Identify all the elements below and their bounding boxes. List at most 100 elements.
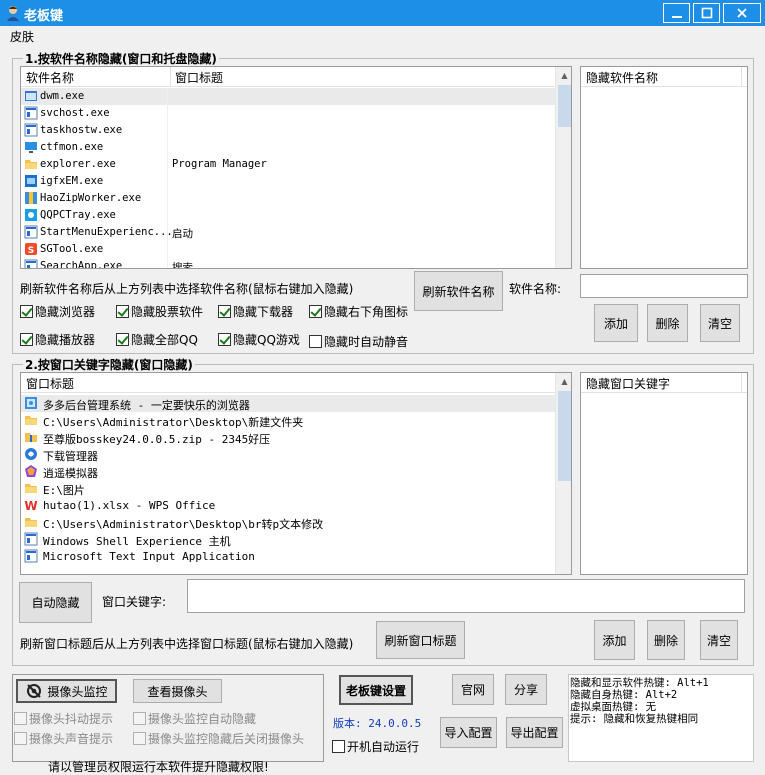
process-row[interactable]: S SGTool.exe [21, 241, 555, 258]
process-row[interactable]: ctfmon.exe [21, 139, 555, 156]
process-row[interactable]: taskhostw.exe [21, 122, 555, 139]
bosskey-settings-button[interactable]: 老板键设置 [339, 675, 413, 705]
checkbox-box[interactable] [309, 304, 322, 318]
window-row[interactable]: 至尊版bosskey24.0.0.5.zip - 2345好压 [21, 429, 555, 446]
checkbox-box[interactable] [309, 334, 322, 348]
process-list-header: 软件名称 窗口标题 [21, 67, 556, 87]
emulator-icon [25, 465, 37, 477]
camera-option-checkbox[interactable]: 摄像头监控自动隐藏 [133, 710, 256, 726]
app-icon [24, 225, 38, 239]
scrollbar-thumb-2[interactable] [558, 391, 571, 481]
option-checkbox[interactable]: 隐藏下载器 [218, 303, 293, 319]
option-checkbox[interactable]: 隐藏播放器 [20, 331, 95, 347]
checkbox-box[interactable] [218, 304, 231, 318]
checkbox-box[interactable] [218, 332, 231, 346]
title-bar[interactable]: 老板键 [0, 0, 765, 26]
window-row[interactable]: 逍遥模拟器 [21, 463, 555, 480]
window-row[interactable]: 下载管理器 [21, 446, 555, 463]
camera-option-checkbox[interactable]: 摄像头声音提示 [14, 730, 113, 746]
window-row[interactable]: C:\Users\Administrator\Desktop\新建文件夹 [21, 412, 555, 429]
process-row[interactable]: StartMenuExperienc... 启动 [21, 224, 555, 241]
hidden-keyword-list[interactable]: 隐藏窗口关键字 [580, 372, 748, 575]
hidden-keyword-header: 隐藏窗口关键字 [581, 373, 747, 393]
menu-skin[interactable]: 皮肤 [10, 28, 34, 45]
checkbox-box[interactable] [14, 711, 27, 725]
admin-notice: 请以管理员权限运行本软件提升隐藏权限! [48, 760, 269, 774]
export-config-button[interactable]: 导出配置 [506, 717, 563, 748]
camera-option-checkbox[interactable]: 摄像头监控隐藏后关闭摄像头 [133, 730, 304, 746]
auto-hide-button[interactable]: 自动隐藏 [19, 582, 92, 623]
clear-keyword-button[interactable]: 清空 [700, 620, 738, 660]
autorun-box[interactable] [332, 739, 345, 753]
add-app-button[interactable]: 添加 [594, 304, 638, 342]
camera-option-checkbox[interactable]: 摄像头抖动提示 [14, 710, 113, 726]
refresh-app-button[interactable]: 刷新软件名称 [414, 271, 503, 311]
app-name-input[interactable] [580, 274, 748, 298]
window-row[interactable]: C:\Users\Administrator\Desktop\br转p文本修改 [21, 514, 555, 531]
keyword-input[interactable] [187, 579, 745, 613]
option-checkbox[interactable]: 隐藏时自动静音 [309, 333, 408, 349]
add-keyword-button[interactable]: 添加 [594, 620, 635, 660]
process-row[interactable]: explorer.exe Program Manager [21, 156, 555, 173]
sogou-icon: S [25, 243, 37, 256]
checkbox-box[interactable] [133, 731, 146, 745]
process-row[interactable]: QQPCTray.exe [21, 207, 555, 224]
scrollbar-thumb[interactable] [558, 85, 571, 127]
download-icon [25, 448, 37, 460]
checkbox-box[interactable] [20, 304, 33, 318]
share-button[interactable]: 分享 [505, 674, 547, 705]
option-checkbox[interactable]: 隐藏浏览器 [20, 303, 95, 319]
process-name: SearchApp.exe [40, 260, 123, 269]
checkbox-box[interactable] [14, 731, 27, 745]
column-window-title[interactable]: 窗口标题 [175, 69, 223, 86]
checkbox-box[interactable] [116, 304, 129, 318]
process-row[interactable]: dwm.exe [21, 88, 555, 105]
minimize-icon [671, 16, 682, 18]
window-list[interactable]: 窗口标题 多多后台管理系统 - 一定要快乐的浏览器 C:\Users\Admini… [20, 372, 572, 575]
process-row[interactable]: SearchApp.exe 搜索 [21, 258, 555, 269]
close-button[interactable] [723, 3, 761, 23]
window-title-text: 多多后台管理系统 - 一定要快乐的浏览器 [43, 399, 250, 412]
hidden-app-list[interactable]: 隐藏软件名称 [580, 66, 748, 269]
window-row[interactable]: E:\图片 [21, 480, 555, 497]
delete-keyword-button[interactable]: 删除 [647, 620, 685, 660]
intel-icon [25, 175, 37, 187]
autorun-checkbox[interactable]: 开机自动运行 [332, 738, 419, 754]
window-row[interactable]: Microsoft Text Input Application [21, 548, 555, 565]
camera-monitor-button[interactable]: 摄像头监控 [16, 679, 117, 703]
window-title: 老板键 [24, 9, 64, 24]
process-row[interactable]: HaoZipWorker.exe [21, 190, 555, 207]
delete-app-button[interactable]: 删除 [647, 304, 688, 342]
official-site-button[interactable]: 官网 [452, 674, 494, 705]
svg-text:W: W [24, 499, 37, 512]
view-camera-button[interactable]: 查看摄像头 [133, 679, 222, 703]
column-hidden-keyword[interactable]: 隐藏窗口关键字 [586, 375, 670, 392]
clear-app-button[interactable]: 清空 [700, 304, 740, 342]
window-row[interactable]: Windows Shell Experience 主机 [21, 531, 555, 548]
wps-icon: W [24, 499, 37, 512]
checkbox-box[interactable] [20, 332, 33, 346]
column-app-name[interactable]: 软件名称 [26, 69, 74, 86]
column-window-title-2[interactable]: 窗口标题 [26, 375, 74, 392]
hotkey-line: 提示: 隐藏和恢复热键相同 [570, 713, 699, 725]
window-hint-text: 刷新窗口标题后从上方列表中选择窗口标题(鼠标右键加入隐藏) [20, 637, 354, 651]
column-hidden-app-name[interactable]: 隐藏软件名称 [586, 69, 658, 86]
option-checkbox[interactable]: 隐藏股票软件 [116, 303, 203, 319]
process-name: StartMenuExperienc... [40, 226, 173, 238]
checkbox-box[interactable] [133, 711, 146, 725]
option-checkbox[interactable]: 隐藏右下角图标 [309, 303, 408, 319]
window-row[interactable]: Whutao(1).xlsx - WPS Office [21, 497, 555, 514]
process-row[interactable]: svchost.exe [21, 105, 555, 122]
refresh-window-button[interactable]: 刷新窗口标题 [376, 621, 465, 659]
maximize-button[interactable] [693, 3, 720, 23]
window-list-scrollbar[interactable]: ▲ [555, 373, 571, 574]
option-checkbox[interactable]: 隐藏QQ游戏 [218, 331, 300, 347]
checkbox-box[interactable] [116, 332, 129, 346]
option-checkbox[interactable]: 隐藏全部QQ [116, 331, 198, 347]
minimize-button[interactable] [663, 3, 690, 23]
process-list-scrollbar[interactable]: ▲ [555, 67, 571, 268]
import-config-button[interactable]: 导入配置 [440, 717, 497, 748]
process-list[interactable]: 软件名称 窗口标题 dwm.exe svchost.exe taskhostw.ex… [20, 66, 572, 269]
process-row[interactable]: igfxEM.exe [21, 173, 555, 190]
window-row[interactable]: 多多后台管理系统 - 一定要快乐的浏览器 [21, 395, 555, 412]
